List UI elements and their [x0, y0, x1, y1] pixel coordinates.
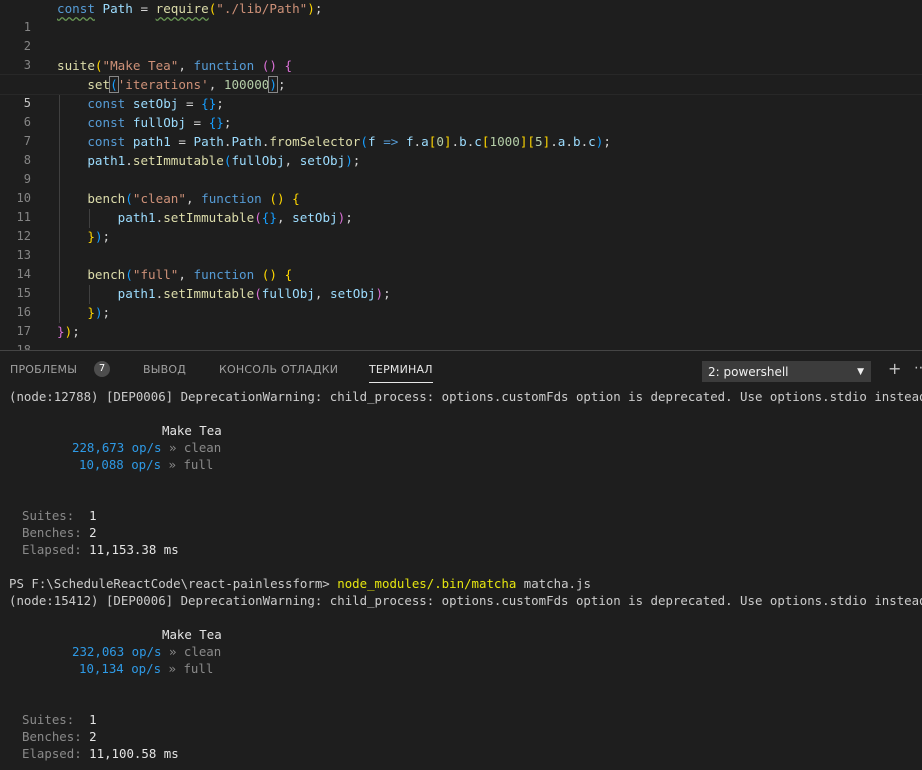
suite-title: Make Tea: [162, 627, 222, 642]
command-name: node_modules/.bin/matcha: [337, 576, 517, 591]
summary-benches: Benches: 2: [22, 525, 97, 540]
bench-result-row: 232,063 op/s » clean: [72, 643, 221, 660]
code-text: bench("full", function () {: [87, 267, 293, 282]
code-line[interactable]: 13 });: [0, 227, 922, 262]
tab-output[interactable]: ВЫВОД: [143, 363, 186, 376]
bench-name: » full: [168, 457, 214, 472]
code-line[interactable]: 3: [0, 37, 922, 72]
code-text: set('iterations', 100000);: [87, 76, 286, 93]
bench-name: » clean: [169, 644, 222, 659]
code-line[interactable]: 15 bench("full", function () {: [0, 265, 922, 300]
summary-elapsed: Elapsed: 11,100.58 ms: [22, 746, 179, 761]
code-line[interactable]: 6 const setObj = {};: [0, 94, 922, 129]
terminal-select[interactable]: 2: powershell ▼: [702, 361, 871, 382]
terminal-output[interactable]: (node:12788) [DEP0006] DeprecationWarnin…: [0, 386, 922, 770]
code-line[interactable]: 9 path1.setImmutable(fullObj, setObj);: [0, 151, 922, 186]
code-text: const fullObj = {};: [87, 115, 232, 130]
code-editor[interactable]: 1 const Path = require("./lib/Path"); 2 …: [0, 0, 922, 350]
prompt-path: PS F:\ScheduleReactCode\react-painlessfo…: [9, 576, 330, 591]
summary-suites: Suites: 1: [22, 712, 97, 727]
code-text: suite("Make Tea", function () {: [57, 58, 293, 73]
code-line[interactable]: 4 suite("Make Tea", function () {: [0, 56, 922, 91]
bench-ops: 232,063 op/s: [72, 644, 162, 659]
code-text: const Path = require("./lib/Path");: [57, 1, 323, 16]
code-line[interactable]: 7 const fullObj = {};: [0, 113, 922, 148]
code-text: const setObj = {};: [87, 96, 224, 111]
code-text: });: [87, 229, 111, 244]
code-text: bench("clean", function () {: [87, 191, 300, 206]
bench-ops: 10,134 op/s: [79, 661, 162, 676]
code-text: path1.setImmutable(fullObj, setObj);: [117, 286, 391, 301]
code-line[interactable]: 19: [0, 341, 922, 350]
code-line[interactable]: 10: [0, 170, 922, 205]
code-line[interactable]: 1 const Path = require("./lib/Path");: [0, 0, 922, 34]
bench-name: » full: [168, 661, 214, 676]
tab-problems[interactable]: ПРОБЛЕМЫ: [10, 363, 77, 376]
suite-title: Make Tea: [162, 423, 222, 438]
code-line[interactable]: 2: [0, 18, 922, 53]
bench-result-row: 10,088 op/s » full: [79, 456, 213, 473]
code-text: const path1 = Path.Path.fromSelector(f =…: [87, 134, 611, 149]
panel-tab-bar: ПРОБЛЕМЫ 7 ВЫВОД КОНСОЛЬ ОТЛАДКИ ТЕРМИНА…: [0, 350, 922, 387]
dropdown-arrow-icon: ▼: [857, 367, 864, 377]
code-line[interactable]: 12 path1.setImmutable({}, setObj);: [0, 208, 922, 243]
summary-suites: Suites: 1: [22, 508, 97, 523]
text-cursor: [276, 76, 278, 91]
terminal-select-value: 2: powershell: [708, 365, 789, 379]
code-text: path1.setImmutable(fullObj, setObj);: [87, 153, 361, 168]
code-line-current[interactable]: 5 set('iterations', 100000);: [0, 74, 922, 110]
bench-name: » clean: [169, 440, 222, 455]
terminal-prompt-line: PS F:\ScheduleReactCode\react-painlessfo…: [9, 575, 591, 592]
command-arg: matcha.js: [523, 576, 591, 591]
bench-ops: 10,088 op/s: [79, 457, 162, 472]
summary-benches: Benches: 2: [22, 729, 97, 744]
code-line[interactable]: 18 });: [0, 322, 922, 350]
code-line[interactable]: 14: [0, 246, 922, 281]
new-terminal-plus-icon[interactable]: +: [888, 359, 901, 378]
bench-result-row: 228,673 op/s » clean: [72, 439, 221, 456]
code-line[interactable]: 8 const path1 = Path.Path.fromSelector(f…: [0, 132, 922, 167]
code-text: });: [87, 305, 111, 320]
code-text: path1.setImmutable({}, setObj);: [117, 210, 353, 225]
terminal-warning: (node:12788) [DEP0006] DeprecationWarnin…: [9, 389, 922, 404]
tab-terminal[interactable]: ТЕРМИНАЛ: [369, 363, 433, 383]
code-line[interactable]: 17 });: [0, 303, 922, 338]
more-actions-icon[interactable]: ⋯: [914, 360, 922, 376]
code-line[interactable]: 11 bench("clean", function () {: [0, 189, 922, 224]
bench-ops: 228,673 op/s: [72, 440, 162, 455]
bench-result-row: 10,134 op/s » full: [79, 660, 213, 677]
tab-debug-console[interactable]: КОНСОЛЬ ОТЛАДКИ: [219, 363, 338, 376]
problems-count-badge: 7: [94, 361, 110, 377]
summary-elapsed: Elapsed: 11,153.38 ms: [22, 542, 179, 557]
code-text: });: [57, 324, 80, 339]
terminal-warning: (node:15412) [DEP0006] DeprecationWarnin…: [9, 593, 922, 608]
code-line[interactable]: 16 path1.setImmutable(fullObj, setObj);: [0, 284, 922, 319]
